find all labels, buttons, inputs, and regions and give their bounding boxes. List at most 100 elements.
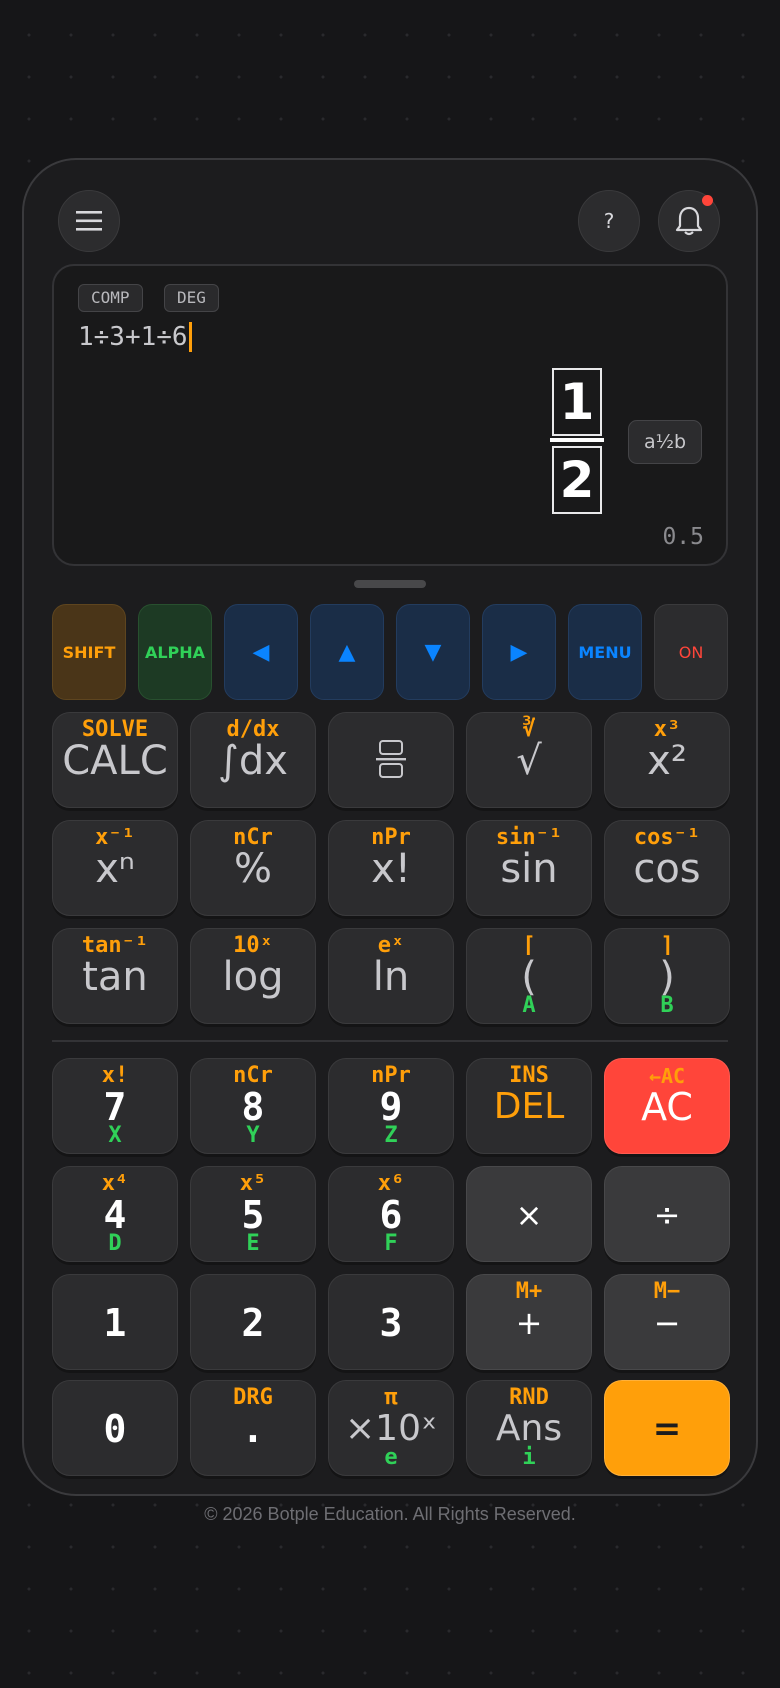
log-key-label: log [222, 954, 284, 1000]
decimal-result: 0.5 [662, 524, 704, 550]
square-key[interactable]: x³ x² [604, 712, 730, 808]
up-arrow-button[interactable]: ▲ [310, 604, 384, 700]
factorial-key-label: x! [371, 846, 411, 892]
multiply-key[interactable]: × [466, 1166, 592, 1262]
plus-key-label: + [515, 1304, 543, 1342]
decimal-point-key-shift: DRG [233, 1385, 273, 1410]
divide-key[interactable]: ÷ [604, 1166, 730, 1262]
right-paren-key[interactable]: ⌉ ) B [604, 928, 730, 1024]
key-1[interactable]: 1 [52, 1274, 178, 1370]
exp10-key-alpha: e [384, 1445, 398, 1470]
ln-key-label: ln [372, 954, 410, 1000]
key-6[interactable]: x⁶ 6 F [328, 1166, 454, 1262]
down-arrow-button[interactable]: ▼ [396, 604, 470, 700]
left-paren-key-alpha: A [522, 993, 536, 1018]
power-key[interactable]: x⁻¹ xⁿ [52, 820, 178, 916]
decimal-point-key[interactable]: DRG . [190, 1380, 316, 1476]
ans-key[interactable]: RND Ans i [466, 1380, 592, 1476]
key-8-shift: nCr [233, 1063, 273, 1088]
decimal-point-key-label: . [241, 1407, 265, 1451]
log-key[interactable]: 10ˣ log [190, 928, 316, 1024]
minus-key[interactable]: M− − [604, 1274, 730, 1370]
ac-key-label: AC [641, 1085, 693, 1129]
mode-badge-deg: DEG [164, 284, 219, 312]
key-6-shift: x⁶ [377, 1171, 405, 1196]
ln-key[interactable]: eˣ ln [328, 928, 454, 1024]
ac-key[interactable]: ←AC AC [604, 1058, 730, 1154]
left-arrow-button[interactable]: ◀ [224, 604, 298, 700]
key-6-alpha: F [384, 1231, 398, 1256]
integral-key-label: ∫dx [218, 738, 288, 784]
right-paren-key-alpha: B [660, 993, 674, 1018]
drag-handle[interactable] [354, 580, 426, 588]
tan-key-label: tan [82, 954, 148, 1000]
hamburger-icon [76, 211, 102, 231]
right-arrow-button[interactable]: ▶ [482, 604, 556, 700]
square-key-label: x² [647, 738, 687, 784]
exp10-key-shift: π [384, 1385, 398, 1410]
key-2[interactable]: 2 [190, 1274, 316, 1370]
power-key-label: xⁿ [95, 846, 135, 892]
ac-key-shift: ←AC [648, 1064, 686, 1088]
cos-key-label: cos [633, 846, 701, 892]
integral-key[interactable]: d/dx ∫dx [190, 712, 316, 808]
percent-key[interactable]: nCr % [190, 820, 316, 916]
key-0-label: 0 [103, 1407, 127, 1451]
percent-key-label: % [233, 846, 272, 892]
multiply-key-label: × [515, 1196, 543, 1234]
key-7-alpha: X [108, 1123, 122, 1148]
cos-key[interactable]: cos⁻¹ cos [604, 820, 730, 916]
calc-key[interactable]: SOLVE CALC [52, 712, 178, 808]
menu-button[interactable] [58, 190, 120, 252]
notifications-button[interactable] [658, 190, 720, 252]
key-4-shift: x⁴ [101, 1171, 129, 1196]
key-9[interactable]: nPr 9 Z [328, 1058, 454, 1154]
help-button[interactable]: ? [578, 190, 640, 252]
left-paren-key[interactable]: ⌈ ( A [466, 928, 592, 1024]
notification-dot [702, 195, 713, 206]
expression-input[interactable]: 1÷3+1÷6 [78, 322, 192, 352]
equals-key[interactable]: = [604, 1380, 730, 1476]
key-1-label: 1 [103, 1301, 127, 1345]
shift-button[interactable]: SHIFT [52, 604, 126, 700]
key-8-alpha: Y [246, 1123, 260, 1148]
plus-key[interactable]: M+ + [466, 1274, 592, 1370]
plus-key-shift: M+ [515, 1279, 543, 1304]
factorial-key[interactable]: nPr x! [328, 820, 454, 916]
key-7-shift: x! [101, 1063, 129, 1088]
fraction-bar [550, 438, 604, 442]
del-key-shift: INS [509, 1063, 549, 1088]
divide-key-label: ÷ [653, 1196, 681, 1234]
bell-icon [675, 206, 703, 236]
key-0[interactable]: 0 [52, 1380, 178, 1476]
menu-key[interactable]: MENU [568, 604, 642, 700]
copyright-footer: © 2026 Botple Education. All Rights Rese… [204, 1504, 576, 1524]
fraction-template-icon [329, 737, 453, 781]
key-3[interactable]: 3 [328, 1274, 454, 1370]
sin-key[interactable]: sin⁻¹ sin [466, 820, 592, 916]
sqrt-key-label: √ [516, 738, 542, 784]
key-5-alpha: E [246, 1231, 260, 1256]
fraction-key[interactable] [328, 712, 454, 808]
key-9-alpha: Z [384, 1123, 398, 1148]
key-7[interactable]: x! 7 X [52, 1058, 178, 1154]
key-5[interactable]: x⁵ 5 E [190, 1166, 316, 1262]
tan-key[interactable]: tan⁻¹ tan [52, 928, 178, 1024]
key-8[interactable]: nCr 8 Y [190, 1058, 316, 1154]
alpha-button[interactable]: ALPHA [138, 604, 212, 700]
key-4[interactable]: x⁴ 4 D [52, 1166, 178, 1262]
text-cursor [188, 322, 192, 352]
equals-key-label: = [652, 1409, 682, 1449]
calc-key-label: CALC [62, 738, 168, 784]
del-key[interactable]: INS DEL [466, 1058, 592, 1154]
fraction-format-button[interactable]: a½b [628, 420, 702, 464]
del-key-label: DEL [493, 1086, 565, 1127]
minus-key-label: − [653, 1304, 681, 1342]
result-numerator: 1 [552, 368, 602, 436]
exp10-key[interactable]: π ×10ˣ e [328, 1380, 454, 1476]
on-button[interactable]: ON [654, 604, 728, 700]
key-2-label: 2 [241, 1301, 265, 1345]
sqrt-key[interactable]: ∛ √ [466, 712, 592, 808]
keypad-divider [52, 1040, 728, 1042]
key-4-alpha: D [108, 1231, 122, 1256]
